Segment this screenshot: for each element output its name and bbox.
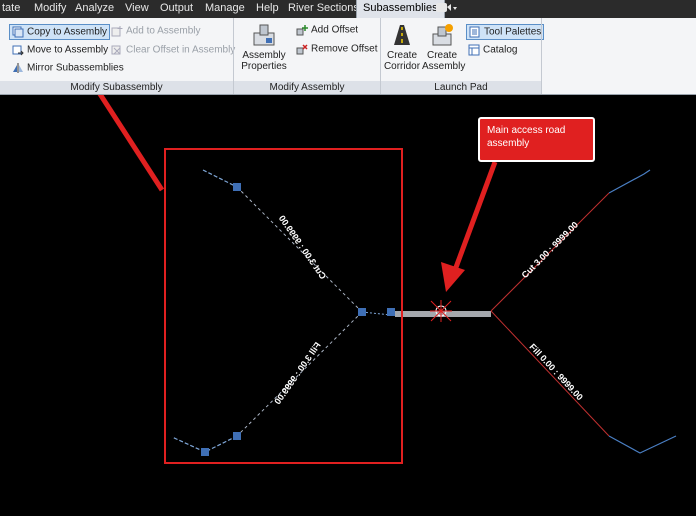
mirror-icon <box>12 62 24 74</box>
left-subassembly[interactable]: Cut 3.00 : 9999.00 Fill 3.00 : 9999.00 <box>171 169 395 456</box>
catalog-icon <box>468 44 480 56</box>
right-lower-slope-line <box>490 310 610 437</box>
add-to-assembly-button[interactable]: Add to Assembly <box>111 25 200 37</box>
remove-offset-button[interactable]: Remove Offset <box>296 43 378 55</box>
tab-output[interactable]: Output <box>160 2 193 14</box>
create-assembly-label-2: Assembly <box>422 61 466 72</box>
copy-to-assembly-button[interactable]: Copy to Assembly <box>9 24 111 40</box>
selection-highlight-box <box>164 148 403 464</box>
copy-assembly-icon <box>12 26 24 38</box>
tab-create[interactable]: tate <box>2 2 20 14</box>
panel-divider <box>541 18 542 94</box>
annotation-arrow <box>441 161 498 292</box>
mirror-subassemblies-label: Mirror Subassemblies <box>27 62 124 74</box>
grip-marker[interactable] <box>387 308 395 316</box>
annotation-arrow <box>58 36 165 192</box>
right-upper-slope-label: Cut 3.00 : 9999.00 <box>520 220 580 280</box>
tab-analyze[interactable]: Analyze <box>75 2 114 14</box>
add-assembly-icon <box>111 25 123 37</box>
clear-offset-button[interactable]: Clear Offset in Assembly <box>111 44 235 56</box>
add-offset-label: Add Offset <box>311 24 359 36</box>
tool-palettes-button[interactable]: Tool Palettes <box>466 24 545 40</box>
tab-view[interactable]: View <box>125 2 149 14</box>
grip-marker[interactable] <box>233 183 241 191</box>
left-upper-slope-label: Cut 3.00 : 9999.00 <box>277 213 329 281</box>
menu-bar: tate Modify Analyze View Output Manage H… <box>0 0 696 18</box>
assembly-properties-icon <box>241 23 287 50</box>
tab-modify[interactable]: Modify <box>34 2 66 14</box>
right-upper-daylight-line <box>608 169 651 194</box>
copy-to-assembly-label: Copy to Assembly <box>27 26 108 38</box>
assembly-baseline-marker[interactable] <box>430 300 452 322</box>
right-lower-daylight-line <box>608 435 677 454</box>
move-to-assembly-button[interactable]: Move to Assembly <box>12 44 108 56</box>
callout-note: Main access road assembly <box>478 117 595 162</box>
video-dropdown-icon[interactable] <box>436 1 458 18</box>
main-road-assembly[interactable]: Cut 3.00 : 9999.00 Fill 0.00 : 9999.00 <box>395 169 677 454</box>
right-lower-slope-label: Fill 0.00 : 9999.00 <box>527 342 584 403</box>
tab-manage[interactable]: Manage <box>205 2 245 14</box>
create-corridor-label-1: Create <box>386 50 417 61</box>
assembly-properties-button[interactable]: Assembly Properties <box>241 23 287 72</box>
tool-palettes-label: Tool Palettes <box>484 26 542 38</box>
remove-offset-icon <box>296 43 308 55</box>
callout-line-1: Main access road <box>487 125 566 136</box>
create-assembly-button[interactable]: Create Assembly <box>422 23 466 72</box>
create-assembly-icon <box>422 23 462 50</box>
clear-offset-label: Clear Offset in Assembly <box>126 44 236 56</box>
add-offset-button[interactable]: Add Offset <box>296 24 358 36</box>
clear-offset-icon <box>111 44 123 56</box>
left-lower-slope-label: Fill 3.00 : 9999.00 <box>272 340 322 406</box>
remove-offset-label: Remove Offset <box>311 43 378 55</box>
add-offset-icon <box>296 24 308 36</box>
panel-title-modify-assembly: Modify Assembly <box>234 81 380 94</box>
tab-help[interactable]: Help <box>256 2 279 14</box>
grip-marker[interactable] <box>358 308 366 316</box>
panel-title-launch-pad: Launch Pad <box>381 81 541 94</box>
ribbon: Copy to Assembly Add to Assembly Move to… <box>0 18 696 95</box>
callout-line-2: assembly <box>487 138 530 149</box>
tab-subassemblies[interactable]: Subassemblies <box>356 0 445 18</box>
grip-marker[interactable] <box>233 432 241 440</box>
catalog-label: Catalog <box>483 44 518 56</box>
tab-river-sections[interactable]: River Sections <box>288 2 359 14</box>
create-corridor-button[interactable]: Create Corridor <box>383 23 421 72</box>
move-to-assembly-label: Move to Assembly <box>27 44 109 56</box>
move-assembly-icon <box>12 44 24 56</box>
grip-marker[interactable] <box>201 448 209 456</box>
mirror-subassemblies-button[interactable]: Mirror Subassemblies <box>12 62 124 74</box>
tool-palettes-icon <box>469 26 481 38</box>
panel-title-modify-subassembly: Modify Subassembly <box>0 81 233 94</box>
create-assembly-label-1: Create <box>426 50 457 61</box>
left-upper-daylight-line <box>202 169 238 188</box>
assembly-properties-label-2: Properties <box>241 61 287 72</box>
left-connector-line <box>361 311 392 316</box>
add-to-assembly-label: Add to Assembly <box>126 25 201 37</box>
road-icon <box>383 23 421 50</box>
catalog-button[interactable]: Catalog <box>468 44 517 56</box>
assembly-properties-label-1: Assembly <box>242 50 286 61</box>
create-corridor-label-2: Corridor <box>383 61 421 72</box>
